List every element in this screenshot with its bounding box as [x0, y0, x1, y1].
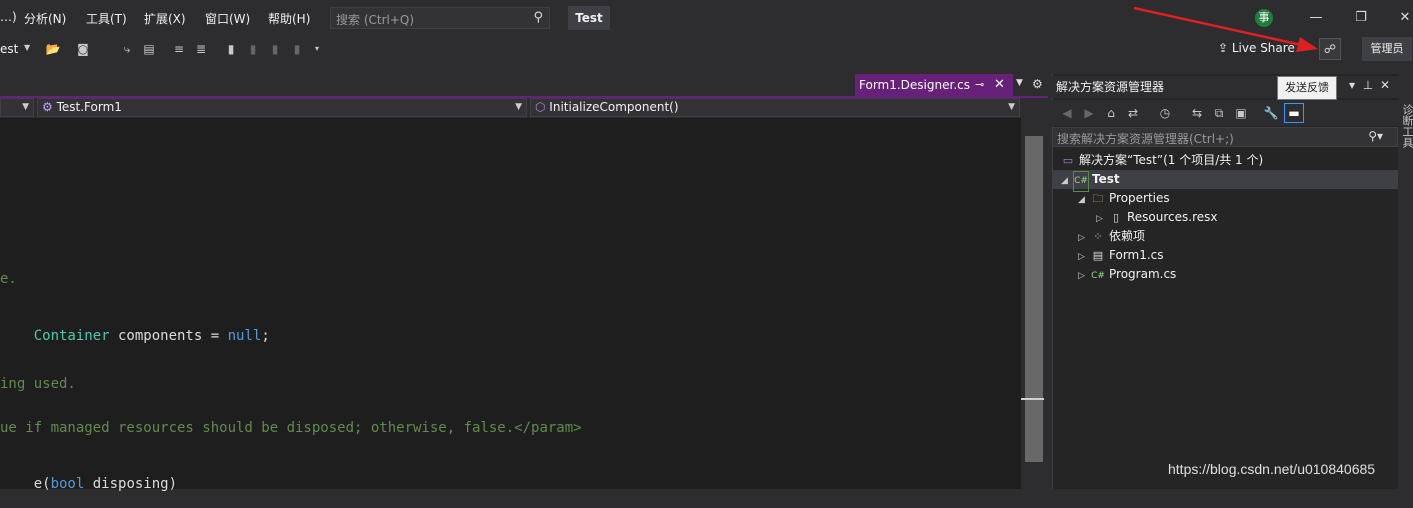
collapsed-icon[interactable]: ▷: [1078, 267, 1090, 286]
tree-item-label: 解决方案“Test”(1 个项目/共 1 个): [1079, 153, 1264, 167]
dependencies-icon: ⁘: [1093, 230, 1103, 243]
solution-icon: ▭: [1062, 154, 1074, 167]
tree-item-dependencies[interactable]: ▷ ⁘ 依赖项: [1078, 227, 1145, 246]
chevron-down-icon: ▼: [1008, 102, 1015, 112]
tree-item-resources[interactable]: ▷ ▯ Resources.resx: [1096, 208, 1218, 227]
back-icon[interactable]: ◀: [1058, 104, 1076, 122]
menu-analyze[interactable]: 分析(N): [24, 10, 66, 27]
scroll-position-marker: [1021, 398, 1044, 400]
search-icon: ⚲▾: [1368, 129, 1383, 143]
folder-icon: 🗀: [1092, 192, 1104, 205]
scrollbar-thumb[interactable]: [1025, 136, 1043, 462]
chevron-down-icon: ▼: [515, 102, 522, 112]
step-icon[interactable]: ⤷: [118, 40, 136, 58]
layout-icon[interactable]: ▤: [140, 40, 158, 58]
close-panel-icon[interactable]: ✕: [1377, 78, 1393, 96]
solution-name-badge: Test: [568, 6, 610, 30]
home-icon[interactable]: ⌂: [1102, 104, 1120, 122]
tab-title: Form1.Designer.cs: [859, 78, 970, 92]
restore-icon[interactable]: ❐: [1351, 8, 1371, 28]
tree-item-label: Test: [1092, 172, 1120, 186]
editor-scrollbar[interactable]: [1021, 98, 1048, 489]
se-search-placeholder: 搜索解决方案资源管理器(Ctrl+;): [1057, 132, 1234, 146]
camera-icon[interactable]: ◙: [74, 40, 92, 58]
expanded-icon[interactable]: ◢: [1078, 191, 1090, 210]
chevron-down-icon: ▼: [22, 102, 29, 112]
code-line: ing used.: [0, 376, 76, 392]
pin-icon[interactable]: ⊥: [1360, 78, 1376, 96]
class-icon: ⚙: [42, 100, 57, 114]
code-line: e(bool disposing): [33, 476, 178, 492]
code-line: Container components = null;: [33, 328, 270, 344]
forward-icon[interactable]: ▶: [1080, 104, 1098, 122]
tree-item-solution[interactable]: ▭ 解决方案“Test”(1 个项目/共 1 个): [1060, 151, 1398, 170]
tree-item-label: Properties: [1109, 191, 1170, 205]
tree-item-program[interactable]: ▷ C# Program.cs: [1078, 265, 1176, 284]
switch-views-icon[interactable]: ⇄: [1124, 104, 1142, 122]
code-editor[interactable]: e. Container components = null; ing used…: [0, 118, 1021, 492]
file-icon: ▯: [1112, 211, 1120, 224]
tab-form1-designer[interactable]: Form1.Designer.cs ⊸ ✕: [855, 74, 1013, 96]
method-icon: ⬡: [535, 100, 550, 114]
settings-gear-icon[interactable]: ⚙: [1032, 77, 1043, 91]
tree-item-label: Program.cs: [1109, 267, 1177, 281]
side-tab-label: 诊断工具: [1401, 104, 1413, 148]
open-folder-icon[interactable]: 📂: [44, 40, 62, 58]
code-line: ue if managed resources should be dispos…: [0, 420, 582, 436]
close-icon[interactable]: ✕: [1395, 8, 1413, 28]
menu-item-prev[interactable]: …): [0, 10, 17, 24]
diagnostic-tools-side-tab[interactable]: 诊断工具: [1398, 64, 1413, 489]
clear-bookmark-icon[interactable]: ▮: [288, 40, 306, 58]
pending-changes-icon[interactable]: ◷: [1156, 104, 1174, 122]
menu-tools[interactable]: 工具(T): [86, 10, 127, 27]
prev-bookmark-icon[interactable]: ▮: [244, 40, 262, 58]
tab-list-icon[interactable]: ▼: [1016, 78, 1023, 88]
tree-item-project[interactable]: ◢ C# Test: [1053, 170, 1398, 192]
collapse-all-icon[interactable]: ⧉: [1210, 104, 1228, 122]
show-all-files-icon[interactable]: ▣: [1232, 104, 1250, 122]
nav-class-dropdown[interactable]: ⚙ Test.Form1 ▼: [37, 98, 527, 117]
admin-badge: 管理员: [1362, 37, 1412, 61]
close-tab-icon[interactable]: ✕: [994, 74, 1005, 96]
feedback-tooltip: 发送反馈: [1277, 76, 1337, 100]
panel-options-icon[interactable]: ▾: [1344, 78, 1360, 96]
properties-wrench-icon[interactable]: 🔧: [1262, 104, 1280, 122]
menu-help[interactable]: 帮助(H): [268, 10, 310, 27]
tree-item-properties[interactable]: ◢ 🗀 Properties: [1078, 189, 1170, 208]
search-input[interactable]: 搜索 (Ctrl+Q) ⚲: [330, 7, 550, 29]
menu-window[interactable]: 窗口(W): [205, 10, 250, 27]
pin-icon[interactable]: ⊸: [975, 74, 984, 96]
nav-project-dropdown[interactable]: ▼: [0, 98, 34, 117]
tree-item-label: 依赖项: [1109, 229, 1146, 243]
preview-selected-button[interactable]: ▬: [1284, 103, 1304, 123]
solution-explorer-search-input[interactable]: 搜索解决方案资源管理器(Ctrl+;) ⚲▾: [1052, 127, 1398, 147]
config-dropdown[interactable]: est: [0, 42, 18, 56]
watermark: https://blog.csdn.net/u010840685: [1168, 461, 1376, 477]
chevron-down-icon[interactable]: ▼: [24, 43, 30, 52]
uncomment-icon[interactable]: ≣: [192, 40, 210, 58]
search-placeholder: 搜索 (Ctrl+Q): [336, 13, 415, 27]
bookmark-icon[interactable]: ▮: [222, 40, 240, 58]
expanded-icon[interactable]: ◢: [1061, 172, 1073, 191]
toolbar-overflow-icon[interactable]: ▾: [308, 40, 326, 58]
nav-class-label: Test.Form1: [56, 100, 122, 114]
tree-item-form1[interactable]: ▷ ▤ Form1.cs: [1078, 246, 1164, 265]
tree-item-label: Form1.cs: [1109, 248, 1164, 262]
nav-member-label: InitializeComponent(): [549, 100, 679, 114]
next-bookmark-icon[interactable]: ▮: [266, 40, 284, 58]
annotation-arrow: [1133, 6, 1318, 52]
comment-icon[interactable]: ≡: [170, 40, 188, 58]
sync-icon[interactable]: ⇆: [1188, 104, 1206, 122]
menu-extensions[interactable]: 扩展(X): [144, 10, 186, 27]
code-line: e.: [0, 271, 17, 287]
search-icon: ⚲: [533, 10, 543, 25]
form-icon: ▤: [1092, 249, 1104, 262]
csharp-file-icon: C#: [1091, 271, 1105, 281]
nav-member-dropdown[interactable]: ⬡ InitializeComponent() ▼: [530, 98, 1020, 117]
tree-item-label: Resources.resx: [1127, 210, 1218, 224]
